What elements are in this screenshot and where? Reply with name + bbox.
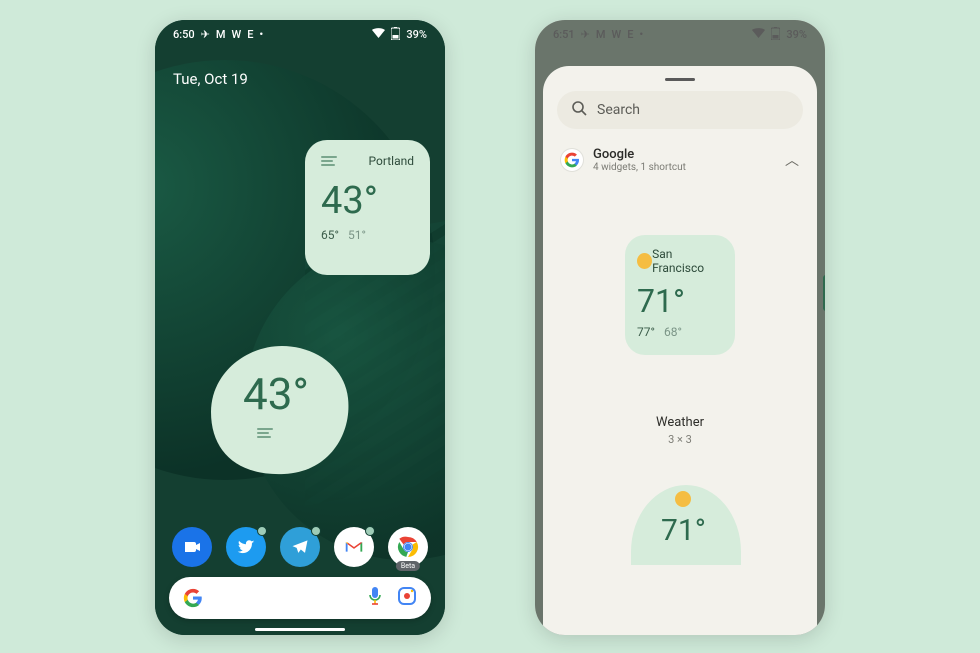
google-logo-icon (183, 588, 203, 608)
telegram-notif-icon: ✈ (581, 29, 590, 40)
google-search-bar[interactable] (169, 577, 431, 619)
wifi-icon (752, 28, 765, 40)
phone-homescreen: 6:50 ✈ M W E • 39% Tue, Oct 19 Portland … (155, 20, 445, 635)
weather-high: 77° (637, 325, 655, 339)
google-logo-icon (561, 149, 583, 171)
chrome-beta-badge: Beta (396, 561, 420, 571)
app-icon-chrome[interactable]: Beta (388, 527, 428, 567)
lens-icon[interactable] (397, 586, 417, 610)
notification-dot (365, 526, 375, 536)
weather-low: 68° (664, 325, 682, 339)
notification-dot (311, 526, 321, 536)
weather-city: Portland (369, 154, 414, 168)
status-bar: 6:51 ✈ M W E • 39% (535, 20, 825, 48)
status-time: 6:51 (553, 28, 575, 41)
sheet-drag-handle[interactable] (665, 78, 695, 81)
widget-provider-row[interactable]: Google 4 widgets, 1 shortcut ︿ (557, 141, 803, 179)
app-notif-icon: W (612, 29, 622, 40)
provider-subtitle: 4 widgets, 1 shortcut (593, 162, 775, 173)
phone-widget-picker: 6:51 ✈ M W E • 39% Search (535, 20, 825, 635)
scroll-indicator (823, 275, 825, 311)
nav-handle[interactable] (255, 628, 345, 631)
widget-picker-sheet: Search Google 4 widgets, 1 shortcut ︿ Sa… (543, 66, 817, 635)
weather-temp: 71° (637, 285, 723, 317)
app-notif-icon-2: E (627, 29, 633, 40)
provider-name: Google (593, 147, 775, 162)
status-battery-pct: 39% (786, 28, 807, 41)
app-dock: Beta (155, 527, 445, 567)
weather-low: 51° (348, 228, 366, 242)
widget-preview-label: Weather (543, 415, 817, 430)
weather-temp: 43° (321, 182, 414, 220)
more-notif-icon: • (639, 29, 643, 40)
widget-preview-weather-blob[interactable]: 71° (631, 485, 741, 565)
more-notif-icon: • (259, 29, 263, 40)
status-time: 6:50 (173, 28, 195, 41)
weather-widget-blob[interactable]: 43° (205, 340, 355, 480)
battery-icon (391, 27, 400, 42)
telegram-notif-icon: ✈ (201, 29, 210, 40)
weather-city: San Francisco (652, 247, 723, 275)
fog-icon (257, 428, 273, 438)
app-icon-twitter[interactable] (226, 527, 266, 567)
battery-icon (771, 27, 780, 42)
gmail-notif-icon: M (596, 29, 606, 40)
app-icon-gmail[interactable] (334, 527, 374, 567)
widget-search-input[interactable]: Search (557, 91, 803, 129)
notification-dot (257, 526, 267, 536)
fog-icon (321, 156, 337, 166)
widget-preview-area: San Francisco 71° 77° 68° Weather 3 × 3 … (543, 185, 817, 525)
gmail-notif-icon: M (216, 29, 226, 40)
weather-range: 65° 51° (321, 228, 414, 242)
search-icon (571, 100, 587, 120)
app-notif-icon-2: E (247, 29, 253, 40)
date-widget[interactable]: Tue, Oct 19 (173, 70, 248, 88)
widget-preview-weather-card[interactable]: San Francisco 71° 77° 68° (625, 235, 735, 355)
status-bar: 6:50 ✈ M W E • 39% (155, 20, 445, 48)
sun-icon (637, 253, 652, 269)
status-battery-pct: 39% (406, 28, 427, 41)
chevron-up-icon: ︿ (785, 150, 799, 170)
blob-temp: 43° (243, 368, 309, 420)
mic-icon[interactable] (367, 586, 383, 610)
wifi-icon (372, 28, 385, 40)
sun-icon (675, 491, 691, 507)
weather-high: 65° (321, 228, 339, 242)
app-icon-duo[interactable] (172, 527, 212, 567)
blob-temp: 71° (661, 513, 706, 548)
weather-range: 77° 68° (637, 325, 723, 339)
widget-preview-size: 3 × 3 (543, 433, 817, 446)
weather-widget-card[interactable]: Portland 43° 65° 51° (305, 140, 430, 275)
app-icon-telegram[interactable] (280, 527, 320, 567)
app-notif-icon: W (232, 29, 242, 40)
search-placeholder: Search (597, 102, 640, 118)
